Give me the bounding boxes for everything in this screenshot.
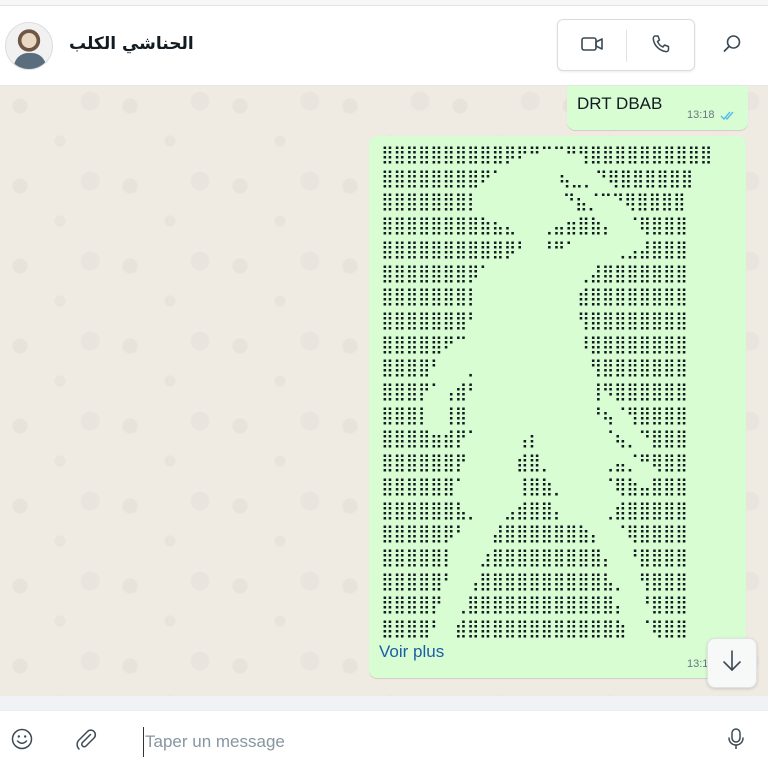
emoji-button[interactable] — [4, 723, 40, 759]
message-input[interactable] — [143, 727, 683, 757]
microphone-icon — [726, 727, 746, 756]
search-icon — [722, 34, 742, 59]
phone-icon — [651, 34, 671, 59]
arrow-down-icon — [721, 649, 743, 678]
message-composer — [0, 710, 768, 772]
search-button[interactable] — [712, 26, 752, 66]
voice-call-button[interactable] — [627, 20, 695, 72]
double-check-read-icon — [720, 108, 736, 126]
read-more-link[interactable]: Voir plus — [379, 642, 444, 662]
voice-message-button[interactable] — [718, 723, 754, 759]
scroll-to-bottom-button[interactable] — [707, 638, 757, 688]
message-time: 13:18 — [687, 109, 715, 121]
smiley-icon — [10, 727, 34, 756]
message-time: 13:1 — [687, 658, 709, 670]
ascii-art-text: ⣿⣿⣿⣿⣿⣿⣿⣿⣿⣿⡿⠟⠛⠉⠉⠛⢻⣿⣿⣿⣿⣿⣿⣿⣿⣿⣿ ⣿⣿⣿⣿⣿⣿⣿⣿⠟⠁ ⠀… — [381, 145, 712, 639]
conversation-panel[interactable]: DRT DBAB 13:18 ⣿⣿⣿⣿⣿⣿⣿⣿⣿⣿⡿⠟⠛⠉⠉⠛⢻⣿⣿⣿⣿⣿⣿⣿⣿… — [0, 86, 768, 696]
video-call-button[interactable] — [558, 20, 626, 72]
video-camera-icon — [581, 36, 603, 57]
outgoing-message-ascii-art[interactable]: ⣿⣿⣿⣿⣿⣿⣿⣿⣿⣿⡿⠟⠛⠉⠉⠛⢻⣿⣿⣿⣿⣿⣿⣿⣿⣿⣿ ⣿⣿⣿⣿⣿⣿⣿⣿⠟⠁ ⠀… — [369, 136, 746, 678]
outgoing-message[interactable]: DRT DBAB 13:18 — [567, 86, 748, 130]
paperclip-icon — [75, 728, 97, 755]
attach-button[interactable] — [68, 723, 104, 759]
chat-header: الحناشي الكلب — [0, 6, 768, 86]
contact-name[interactable]: الحناشي الكلب — [69, 34, 194, 54]
contact-avatar[interactable] — [5, 22, 53, 70]
message-text: DRT DBAB — [577, 94, 663, 113]
call-button-group — [557, 19, 695, 71]
